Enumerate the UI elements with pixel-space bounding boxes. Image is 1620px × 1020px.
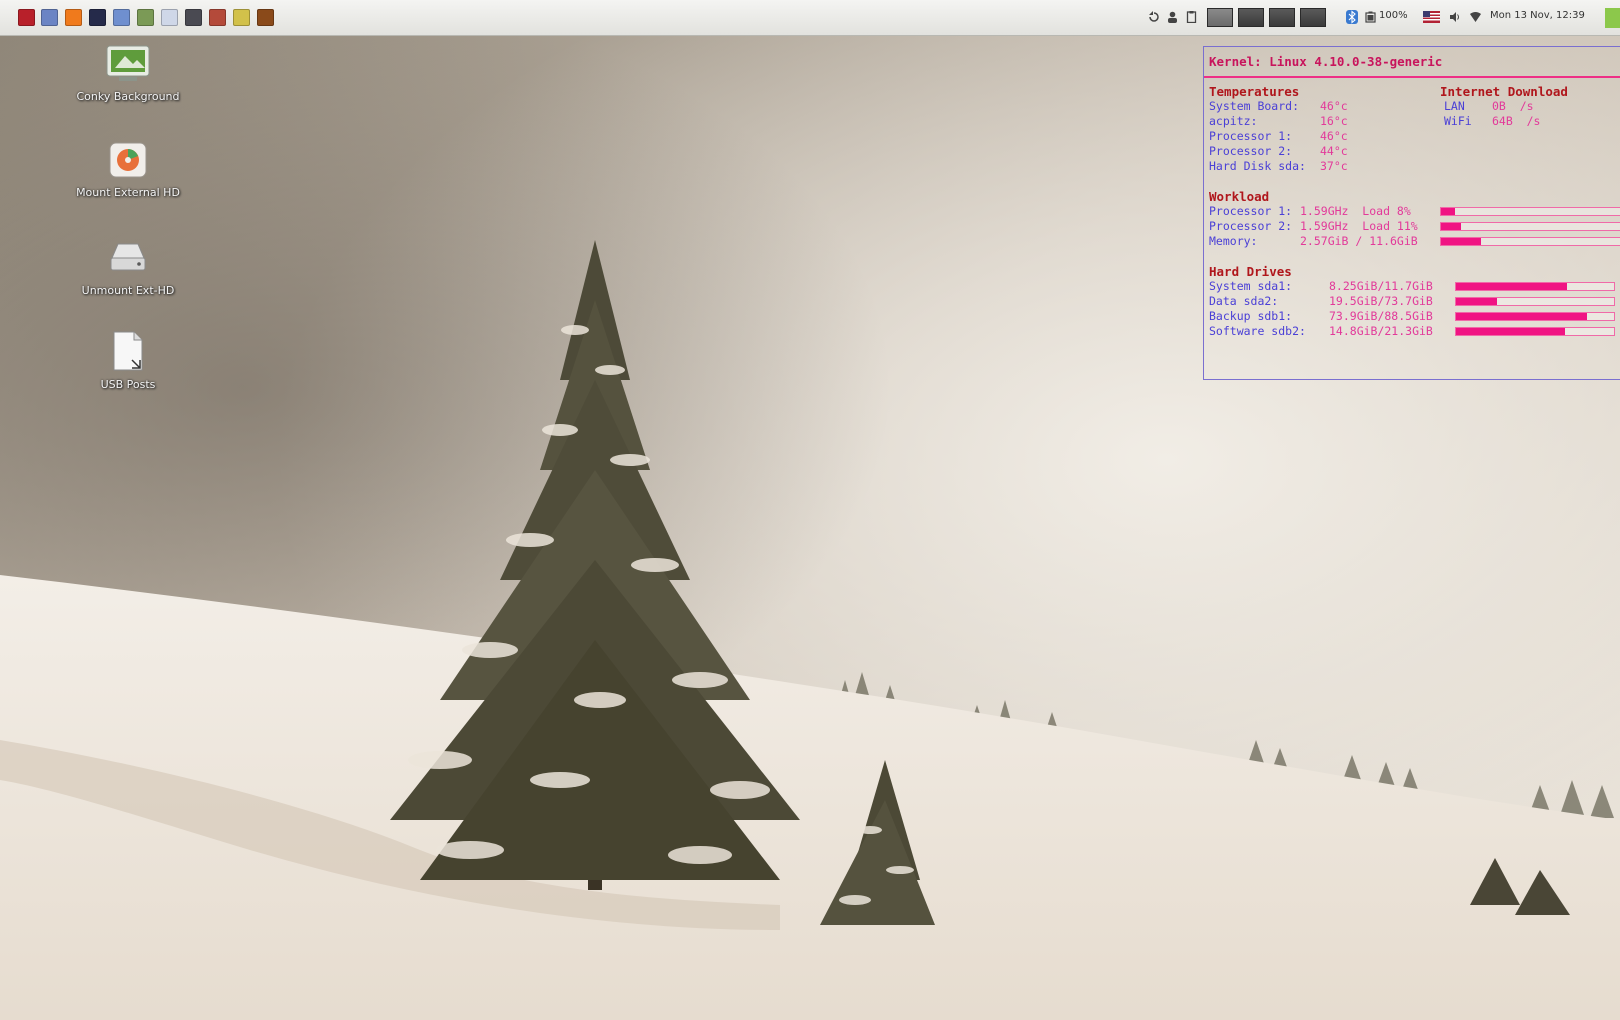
temp-label-processor-1: Processor 1: <box>1209 129 1293 143</box>
net-value-lan: 0B /s <box>1492 99 1534 113</box>
drive-bar-system <box>1455 282 1615 291</box>
battery-icon <box>1365 11 1376 23</box>
file-manager-icon[interactable] <box>41 9 58 26</box>
terminal-icon[interactable] <box>18 9 35 26</box>
workload-label-memory: Memory: <box>1209 234 1258 248</box>
bar-fill <box>1456 298 1498 305</box>
temp-label-acpitz: acpitz: <box>1209 114 1258 128</box>
desktop-icon-usb-posts[interactable]: USB Posts <box>53 330 203 391</box>
document-icon <box>113 331 143 371</box>
refresh-icon[interactable] <box>1148 11 1159 23</box>
drive-bar-backup <box>1455 312 1615 321</box>
net-label-lan: LAN <box>1444 99 1465 113</box>
temp-value-acpitz: 16°c <box>1320 114 1348 128</box>
battery-percentage: 100% <box>1379 10 1408 21</box>
workload-value-memory: 2.57GiB / 11.6GiB <box>1300 234 1418 248</box>
user-icon[interactable] <box>1167 11 1178 23</box>
bar-fill <box>1441 238 1481 245</box>
drive-label-software: Software sdb2: <box>1209 324 1306 338</box>
folder-icon[interactable] <box>113 9 130 26</box>
kernel-version: Kernel: Linux 4.10.0-38-generic <box>1209 54 1443 69</box>
workload-bar-processor-2 <box>1440 222 1620 231</box>
panel-clock[interactable]: Mon 13 Nov, 12:39 <box>1490 10 1585 21</box>
bar-fill <box>1456 328 1566 335</box>
temp-value-system-board: 46°c <box>1320 99 1348 113</box>
workload-label-processor-1: Processor 1: <box>1209 204 1293 218</box>
net-value-wifi: 64B /s <box>1492 114 1541 128</box>
volume-icon[interactable] <box>1449 11 1460 23</box>
image-viewer-icon[interactable] <box>209 9 226 26</box>
drives-heading: Hard Drives <box>1209 264 1292 279</box>
drive-value-software: 14.8GiB/21.3GiB <box>1329 324 1433 338</box>
desktop-icon-mount-external-hd[interactable]: Mount External HD <box>53 140 203 199</box>
desktop-icon-label: Mount External HD <box>76 186 180 199</box>
archive-icon[interactable] <box>257 9 274 26</box>
workload-bar-processor-1 <box>1440 207 1620 216</box>
drive-label-data: Data sda2: <box>1209 294 1279 308</box>
temperatures-heading: Temperatures <box>1209 84 1300 99</box>
workload-label-processor-2: Processor 2: <box>1209 219 1293 233</box>
workspace-1[interactable] <box>1207 8 1233 27</box>
net-label-wifi: WiFi <box>1444 114 1472 128</box>
wifi-icon[interactable] <box>1470 11 1481 23</box>
disk-utility-icon <box>109 142 147 178</box>
top-panel: 100% Mon 13 Nov, 12:39 <box>0 0 1620 36</box>
screenshot-icon[interactable] <box>185 9 202 26</box>
internet-heading: Internet Download <box>1440 84 1568 99</box>
app-icon[interactable] <box>89 9 106 26</box>
drive-icon <box>110 243 146 271</box>
workspace-3[interactable] <box>1269 8 1295 27</box>
bluetooth-icon[interactable] <box>1346 10 1358 24</box>
desktop-icon-conky-background[interactable]: Conky Background <box>53 44 203 103</box>
temp-value-processor-2: 44°c <box>1320 144 1348 158</box>
calculator-icon[interactable] <box>137 9 154 26</box>
clipboard-icon[interactable] <box>1186 11 1197 23</box>
temp-value-processor-1: 46°c <box>1320 129 1348 143</box>
workload-value-processor-2: 1.59GHz Load 11% <box>1300 219 1418 233</box>
drive-bar-software <box>1455 327 1615 336</box>
bar-fill <box>1456 283 1567 290</box>
drive-value-system: 8.25GiB/11.7GiB <box>1329 279 1433 293</box>
temp-label-hard-disk: Hard Disk sda: <box>1209 159 1306 173</box>
drive-label-backup: Backup sdb1: <box>1209 309 1293 323</box>
us-flag-icon[interactable] <box>1423 11 1440 23</box>
kernel-divider <box>1204 76 1620 78</box>
conky-panel: Kernel: Linux 4.10.0-38-generic Temperat… <box>1203 46 1620 380</box>
bar-fill <box>1441 223 1461 230</box>
desktop-icon-unmount-ext-hd[interactable]: Unmount Ext-HD <box>53 238 203 297</box>
panel-edge-indicator[interactable] <box>1605 8 1620 28</box>
temp-label-system-board: System Board: <box>1209 99 1300 113</box>
firefox-icon[interactable] <box>65 9 82 26</box>
workload-heading: Workload <box>1209 189 1270 204</box>
bar-fill <box>1441 208 1456 215</box>
desktop-icon-label: Unmount Ext-HD <box>81 284 175 297</box>
desktop-icon-label: USB Posts <box>100 378 156 391</box>
desktop-icon-label: Conky Background <box>76 90 180 103</box>
drive-value-data: 19.5GiB/73.7GiB <box>1329 294 1433 308</box>
workspace-2[interactable] <box>1238 8 1264 27</box>
drive-value-backup: 73.9GiB/88.5GiB <box>1329 309 1433 323</box>
bar-fill <box>1456 313 1588 320</box>
drive-label-system: System sda1: <box>1209 279 1293 293</box>
temp-value-hard-disk: 37°c <box>1320 159 1348 173</box>
drive-bar-data <box>1455 297 1615 306</box>
workload-bar-memory <box>1440 237 1620 246</box>
workspace-4[interactable] <box>1300 8 1326 27</box>
text-editor-icon[interactable] <box>161 9 178 26</box>
temp-label-processor-2: Processor 2: <box>1209 144 1293 158</box>
leaf-icon[interactable] <box>233 9 250 26</box>
workload-value-processor-1: 1.59GHz Load 8% <box>1300 204 1411 218</box>
image-shortcut-icon <box>106 45 150 81</box>
